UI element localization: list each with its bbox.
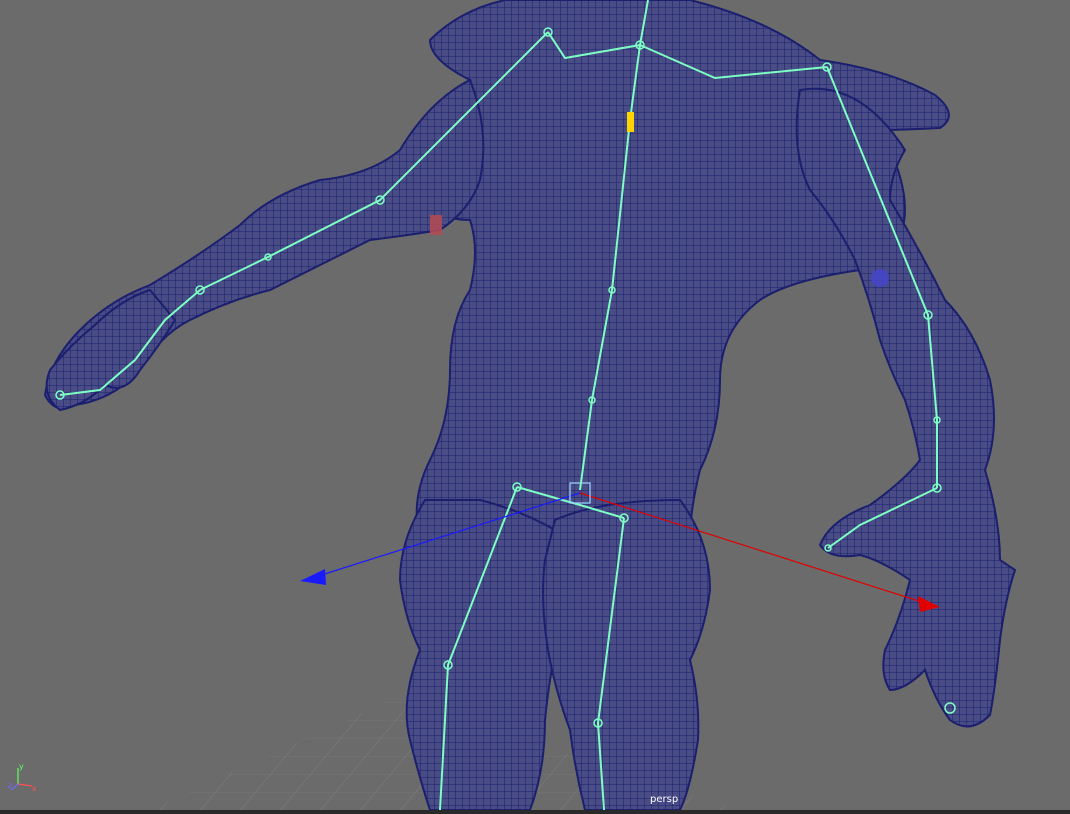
- scene-canvas[interactable]: [0, 0, 1070, 814]
- character-mesh[interactable]: [43, 0, 1017, 811]
- axis-y-label: y: [19, 762, 24, 771]
- left-leg-mesh[interactable]: [398, 499, 562, 811]
- camera-name-label: persp: [650, 794, 679, 805]
- view-axis-indicator: y x z: [8, 762, 37, 793]
- viewport-bottom-border: [0, 810, 1070, 814]
- axis-z-label: z: [8, 781, 12, 790]
- right-arm-mesh[interactable]: [795, 87, 1017, 728]
- ik-handle-marker[interactable]: [430, 215, 442, 235]
- perspective-viewport[interactable]: y x z persp: [0, 0, 1070, 814]
- y-axis-handle[interactable]: [627, 112, 634, 132]
- manipulator-z-arrow[interactable]: [300, 569, 326, 585]
- pole-vector-marker[interactable]: [871, 269, 889, 287]
- axis-x-label: x: [32, 784, 37, 793]
